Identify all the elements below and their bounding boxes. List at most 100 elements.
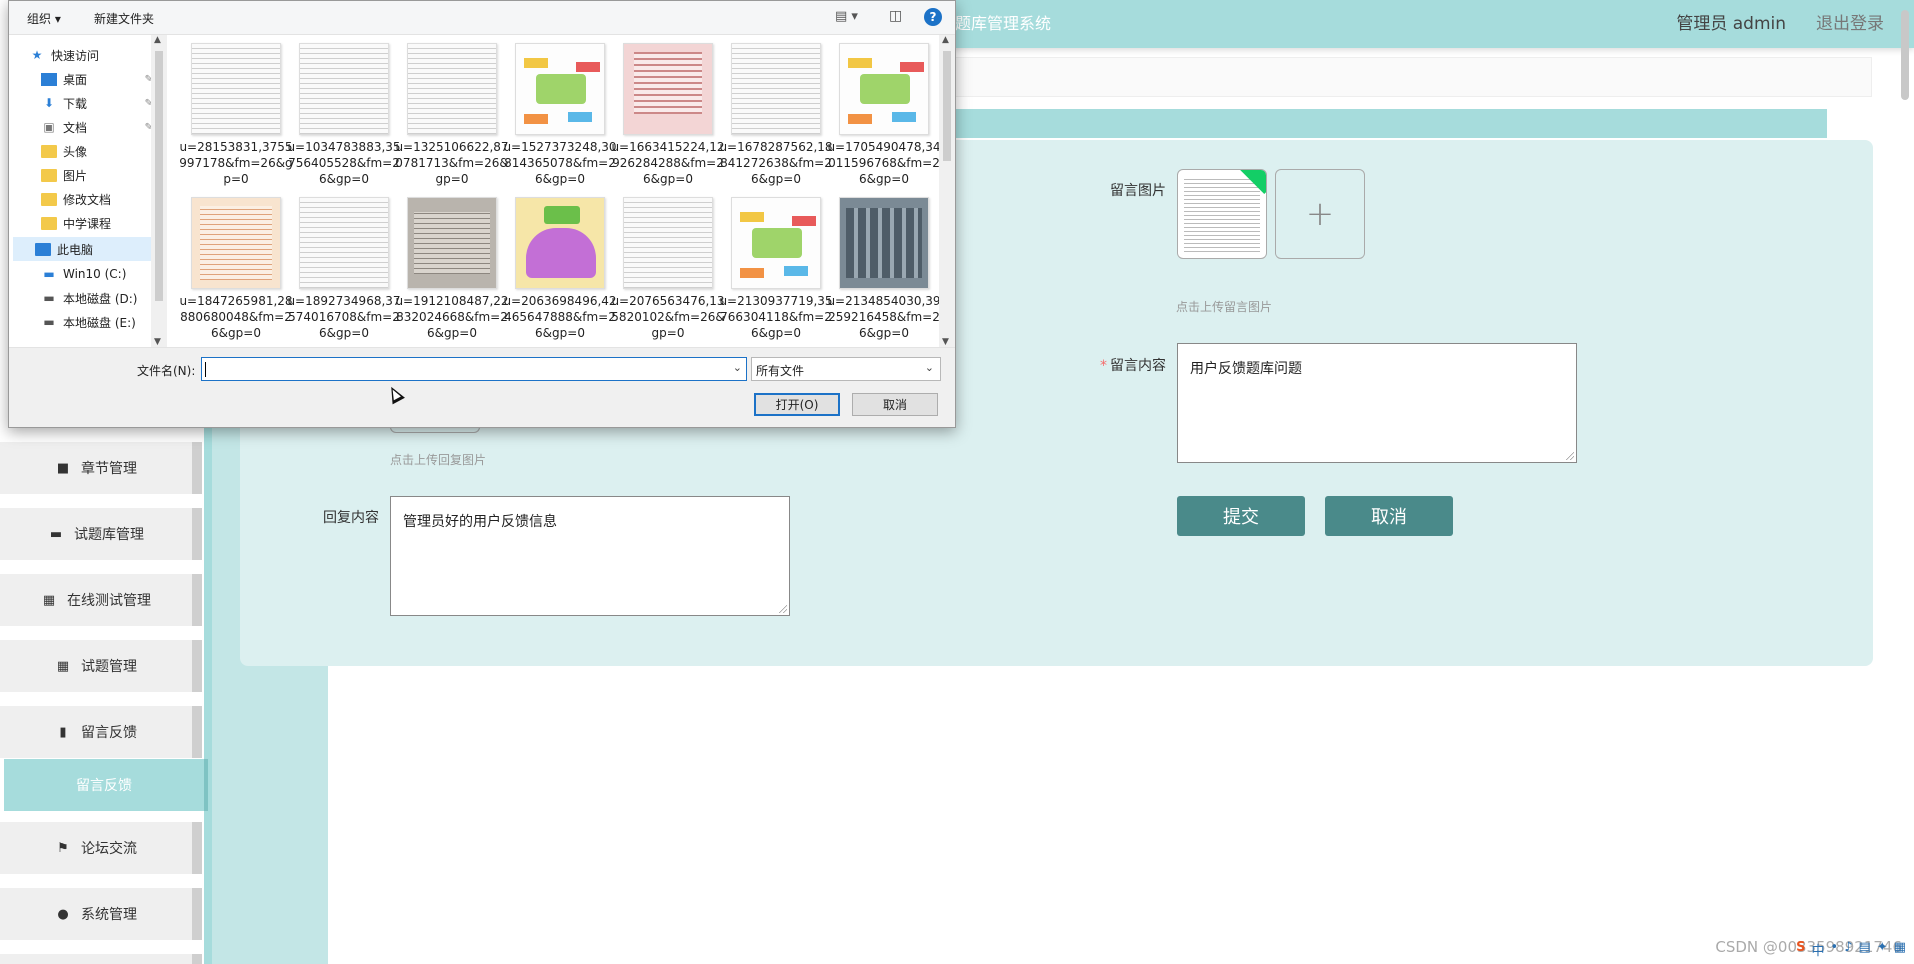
nav-drive-c[interactable]: ▬ Win10 (C:) xyxy=(41,262,155,286)
ime-mode-icon[interactable]: 中 xyxy=(1812,940,1825,959)
sidebar-item-questions[interactable]: ▦ 试题管理 xyxy=(0,640,202,692)
scroll-down-icon[interactable]: ▼ xyxy=(154,337,161,347)
reply-content-textarea[interactable]: 管理员好的用户反馈信息 xyxy=(390,496,790,616)
sidebar-item-question-bank[interactable]: ▬ 试题库管理 xyxy=(0,508,202,560)
view-options-icon[interactable]: ▤ ▾ xyxy=(835,9,858,24)
sidebar-item-forum[interactable]: ⚑ 论坛交流 xyxy=(0,822,202,874)
nav-label: 桌面 xyxy=(63,72,88,87)
file-list-scrollbar[interactable]: ▲ ▼ xyxy=(939,35,955,347)
navigation-pane: ★ 快速访问 桌面 ✎ ⬇ 下载 ✎ ▣ 文档 ✎ 头像 图片 修改文档 中学课… xyxy=(9,35,161,347)
file-item[interactable]: u=2130937719,35766304118&fm=26&gp=0 xyxy=(719,189,833,340)
file-item[interactable]: u=1034783883,35756405528&fm=26&gp=0 xyxy=(287,35,401,186)
nav-quick-access[interactable]: ★ 快速访问 xyxy=(29,43,155,67)
scroll-up-icon[interactable]: ▲ xyxy=(154,35,161,45)
filetype-select[interactable]: 所有文件 ⌄ xyxy=(751,357,941,381)
file-item[interactable]: u=1847265981,28880680048&fm=26&gp=0 xyxy=(179,189,293,340)
file-item[interactable]: u=2063698496,42465647888&fm=26&gp=0 xyxy=(503,189,617,340)
nav-folder-avatar[interactable]: 头像 xyxy=(41,139,155,163)
logout-link[interactable]: 退出登录 xyxy=(1816,9,1884,34)
file-item[interactable]: u=1912108487,22832024668&fm=26&gp=0 xyxy=(395,189,509,340)
chevron-down-icon[interactable]: ⌄ xyxy=(733,361,742,374)
nav-drive-d[interactable]: ▬ 本地磁盘 (D:) xyxy=(41,286,155,310)
message-image-hint: 点击上传留言图片 xyxy=(1176,300,1273,314)
navigation-scrollbar-thumb[interactable] xyxy=(155,51,163,301)
cancel-button[interactable]: 取消 xyxy=(1325,496,1453,536)
new-folder-button[interactable]: 新建文件夹 xyxy=(94,10,154,27)
submit-button[interactable]: 提交 xyxy=(1177,496,1305,536)
punctuation-icon[interactable]: • xyxy=(1831,940,1839,959)
page-scrollbar-thumb[interactable] xyxy=(1901,10,1909,100)
nav-label: Win10 (C:) xyxy=(63,267,127,281)
file-item[interactable]: u=28153831,3755997178&fm=26&gp=0 xyxy=(179,35,293,186)
file-item[interactable]: u=2134854030,39259216458&fm=26&gp=0 xyxy=(827,189,941,340)
sogou-icon[interactable]: S xyxy=(1796,940,1805,959)
organize-menu[interactable]: 组织 ▾ xyxy=(27,10,61,27)
nav-label: 本地磁盘 (E:) xyxy=(63,315,136,330)
skin-icon[interactable]: ✦ xyxy=(1877,940,1888,959)
sidebar-item-label: 章节管理 xyxy=(81,461,137,477)
flag-icon: ⚑ xyxy=(57,840,69,856)
nav-downloads[interactable]: ⬇ 下载 ✎ xyxy=(41,91,155,115)
file-thumbnail xyxy=(839,197,929,289)
nav-folder-pictures[interactable]: 图片 xyxy=(41,163,155,187)
file-name: u=2134854030,39259216458&fm=26&gp=0 xyxy=(827,294,941,340)
file-item[interactable]: u=1663415224,12926284288&fm=26&gp=0 xyxy=(611,35,725,186)
file-item[interactable]: u=1678287562,18841272638&fm=26&gp=0 xyxy=(719,35,833,186)
sidebar-subitem-feedback[interactable]: 留言反馈 xyxy=(4,759,208,811)
scroll-up-icon[interactable]: ▲ xyxy=(942,35,949,45)
page-scrollbar[interactable] xyxy=(1900,0,1910,964)
keyboard-icon[interactable]: ▤ xyxy=(1859,940,1871,959)
file-item[interactable]: u=1527373248,30814365078&fm=26&gp=0 xyxy=(503,35,617,186)
nav-documents[interactable]: ▣ 文档 ✎ xyxy=(41,115,155,139)
dialog-cancel-button[interactable]: 取消 xyxy=(852,393,938,416)
file-thumbnail xyxy=(623,43,713,135)
nav-desktop[interactable]: 桌面 ✎ xyxy=(41,67,155,91)
file-item[interactable]: u=1325106622,870781713&fm=26&gp=0 xyxy=(395,35,509,186)
file-list-scrollbar-thumb[interactable] xyxy=(943,51,951,161)
desktop-icon xyxy=(41,72,57,86)
document-icon: ▣ xyxy=(43,119,55,134)
file-item[interactable]: u=1892734968,37574016708&fm=26&gp=0 xyxy=(287,189,401,340)
sidebar-item-chapters[interactable]: ■ 章节管理 xyxy=(0,442,202,494)
open-button[interactable]: 打开(O) xyxy=(754,393,840,416)
file-name: u=1527373248,30814365078&fm=26&gp=0 xyxy=(503,140,617,186)
filename-input[interactable]: ⌄ xyxy=(201,357,747,381)
sidebar-item-system[interactable]: ● 系统管理 xyxy=(0,888,202,940)
microphone-icon[interactable]: ♪ xyxy=(1844,940,1852,959)
apps-icon[interactable]: ▦ xyxy=(1894,940,1906,959)
sidebar-item-more[interactable] xyxy=(0,954,202,964)
nav-drive-e[interactable]: ▬ 本地磁盘 (E:) xyxy=(41,310,155,334)
nav-folder-edit-docs[interactable]: 修改文档 xyxy=(41,187,155,211)
sidebar-item-online-test[interactable]: ▦ 在线测试管理 xyxy=(0,574,202,626)
file-name: u=2076563476,135820102&fm=26&gp=0 xyxy=(611,294,725,340)
reply-image-hint: 点击上传回复图片 xyxy=(390,453,487,467)
file-thumbnail xyxy=(623,197,713,289)
nav-label: 下载 xyxy=(63,96,88,111)
file-item[interactable]: u=2076563476,135820102&fm=26&gp=0 xyxy=(611,189,725,340)
file-thumbnail xyxy=(731,43,821,135)
thumbnail-content xyxy=(1184,176,1260,252)
computer-icon xyxy=(35,242,51,256)
nav-folder-courses[interactable]: 中学课程 xyxy=(41,211,155,235)
file-thumbnail xyxy=(515,197,605,289)
sidebar-item-label: 在线测试管理 xyxy=(67,593,151,609)
nav-label: 中学课程 xyxy=(63,216,112,231)
file-name: u=2130937719,35766304118&fm=26&gp=0 xyxy=(719,294,833,340)
message-image-upload-button[interactable]: + xyxy=(1275,169,1365,259)
scroll-down-icon[interactable]: ▼ xyxy=(942,337,949,347)
text-caret xyxy=(205,362,206,377)
navigation-scrollbar[interactable]: ▲ ▼ xyxy=(151,35,167,347)
message-content-textarea[interactable]: 用户反馈题库问题 xyxy=(1177,343,1577,463)
file-item[interactable]: u=1705490478,34011596768&fm=26&gp=0 xyxy=(827,35,941,186)
help-icon[interactable]: ? xyxy=(924,8,942,26)
preview-pane-icon[interactable]: ◫ xyxy=(889,8,902,24)
star-icon: ★ xyxy=(31,47,43,62)
nav-this-pc[interactable]: 此电脑 xyxy=(13,237,153,261)
message-image-thumbnail[interactable] xyxy=(1177,169,1267,259)
chevron-down-icon: ⌄ xyxy=(924,361,934,374)
sidebar-item-feedback[interactable]: ▮ 留言反馈 xyxy=(0,706,202,758)
file-thumbnail xyxy=(191,43,281,135)
file-thumbnail xyxy=(515,43,605,135)
file-name: u=1847265981,28880680048&fm=26&gp=0 xyxy=(179,294,293,340)
sidebar-item-label: 留言反馈 xyxy=(81,725,137,741)
